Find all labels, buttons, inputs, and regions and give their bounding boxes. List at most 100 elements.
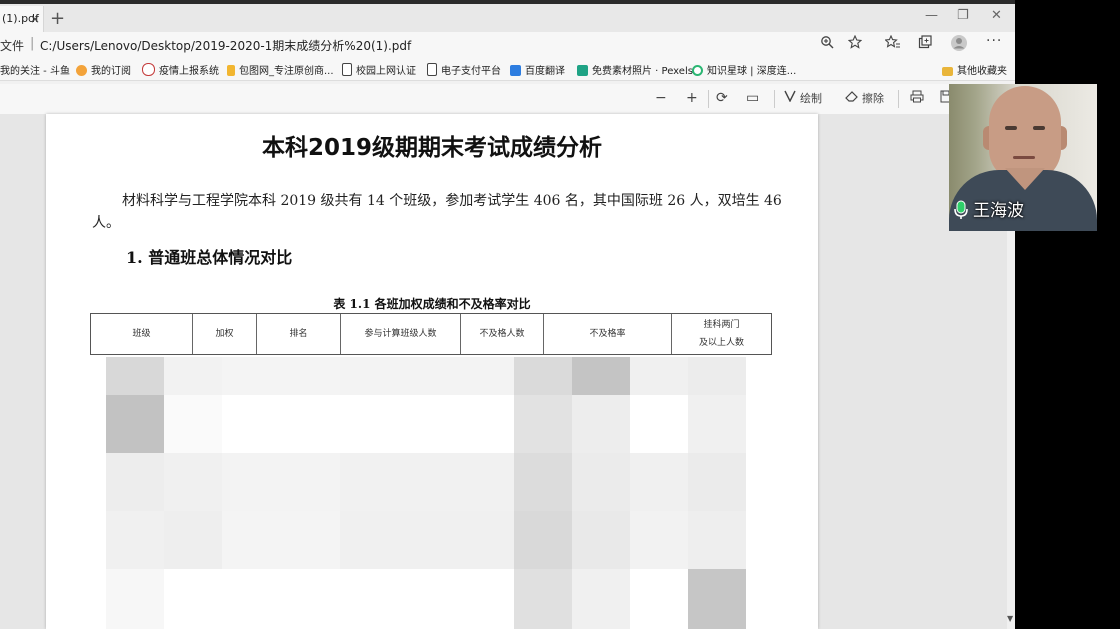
toolbar-divider	[708, 90, 709, 108]
pdf-page: 本科2019级期期末考试成绩分析 材料科学与工程学院本科 2019 级共有 14…	[46, 114, 818, 629]
favorite-item-report[interactable]: 疫情上报系统	[142, 62, 219, 77]
address-url[interactable]: C:/Users/Lenovo/Desktop/2019-2020-1期末成绩分…	[40, 37, 411, 54]
favorite-item-subscribe[interactable]: 我的订阅	[76, 62, 131, 77]
mosaic-block	[688, 357, 746, 395]
minimize-icon[interactable]: —	[925, 8, 938, 23]
pdf-viewer[interactable]: 本科2019级期期末考试成绩分析 材料科学与工程学院本科 2019 级共有 14…	[0, 114, 1015, 629]
table-header-row: 班级 加权 排名 参与计算班级人数 不及格人数 不及格率 挂科两门 及以上人数	[90, 313, 772, 355]
favorite-item-douyu[interactable]: 我的关注 - 斗鱼	[0, 62, 70, 77]
mosaic-block	[688, 453, 746, 511]
more-menu-icon[interactable]: ···	[986, 33, 1002, 49]
favorites-bar: 我的关注 - 斗鱼 我的订阅 疫情上报系统 包图网_专注原创商... 校园上网认…	[0, 58, 1015, 81]
tab-pdf[interactable]: (1).pdf ×	[0, 6, 44, 34]
close-icon[interactable]: ×	[30, 6, 40, 32]
rotate-button[interactable]: ⟳	[716, 90, 728, 106]
table-caption: 表 1.1 各班加权成绩和不及格率对比	[333, 297, 531, 311]
favorite-star-icon[interactable]	[847, 34, 863, 53]
mosaic-block	[572, 395, 630, 453]
pexels-icon	[577, 65, 588, 76]
zoom-out-button[interactable]: −	[655, 90, 667, 106]
maximize-icon[interactable]: ❐	[957, 8, 969, 23]
address-bar[interactable]: 文件 | C:/Users/Lenovo/Desktop/2019-2020-1…	[0, 32, 1015, 58]
microphone-icon	[954, 200, 968, 219]
fit-page-button[interactable]: ▭	[746, 90, 759, 106]
mosaic-block	[688, 569, 746, 629]
collections-icon[interactable]	[918, 35, 932, 53]
favorite-item-translate[interactable]: 百度翻译	[510, 62, 565, 77]
favorite-item-payment[interactable]: 电子支付平台	[427, 62, 501, 77]
favorite-item-other-folder[interactable]: 其他收藏夹	[942, 62, 1007, 77]
section-heading: 1. 普通班总体情况对比	[126, 248, 293, 267]
mosaic-block	[340, 357, 514, 395]
mosaic-block	[572, 511, 630, 569]
subscribe-icon	[76, 65, 87, 76]
mosaic-block	[106, 357, 164, 395]
mosaic-block	[106, 569, 164, 629]
mosaic-block	[106, 395, 164, 453]
toolbar-divider	[774, 90, 775, 108]
table-header-cell: 不及格率	[544, 314, 672, 354]
tab-strip: (1).pdf × + — ❐ ✕	[0, 0, 1015, 34]
erase-button[interactable]: 擦除	[845, 90, 884, 106]
mosaic-block	[164, 395, 222, 453]
mosaic-block	[222, 511, 340, 569]
table-header-cell: 加权	[193, 314, 257, 354]
page-icon	[342, 63, 352, 76]
draw-icon	[784, 90, 796, 103]
mosaic-block	[572, 357, 630, 395]
mosaic-block	[164, 453, 222, 511]
mosaic-block	[688, 395, 746, 453]
webcam-video-tile: 王海波	[949, 84, 1097, 231]
favorite-item-baotu[interactable]: 包图网_专注原创商...	[227, 62, 334, 77]
draw-button[interactable]: 绘制	[784, 90, 822, 106]
favorites-list-icon[interactable]	[884, 34, 900, 53]
baotu-icon	[227, 65, 235, 76]
mosaic-block	[164, 357, 222, 395]
participant-name: 王海波	[973, 201, 1024, 221]
zoom-icon[interactable]	[820, 35, 834, 53]
print-button[interactable]	[910, 90, 924, 107]
mosaic-block	[514, 395, 572, 453]
mosaic-block	[222, 357, 340, 395]
favorite-item-planet[interactable]: 知识星球 | 深度连...	[692, 62, 796, 77]
mosaic-block	[106, 453, 164, 511]
mosaic-block	[630, 511, 688, 569]
report-icon	[142, 63, 155, 76]
mosaic-block	[688, 511, 746, 569]
mosaic-block	[514, 511, 572, 569]
mosaic-block	[340, 511, 514, 569]
profile-avatar-icon[interactable]	[951, 35, 967, 55]
favorite-item-pexels[interactable]: 免费素材照片 · Pexels	[577, 62, 693, 77]
webcam-person	[1005, 126, 1017, 130]
mosaic-block	[572, 569, 630, 629]
mosaic-block	[222, 453, 340, 511]
new-tab-button[interactable]: +	[50, 8, 65, 29]
close-window-icon[interactable]: ✕	[991, 8, 1002, 23]
document-paragraph: 材料科学与工程学院本科 2019 级共有 14 个班级，参加考试学生 406 名…	[92, 193, 782, 231]
table-header-cell: 不及格人数	[461, 314, 544, 354]
webcam-person	[1033, 126, 1045, 130]
scroll-down-arrow-icon[interactable]: ▼	[1007, 614, 1013, 623]
file-scheme-label: 文件	[0, 39, 25, 53]
document-title: 本科2019级期期末考试成绩分析	[261, 135, 602, 161]
webcam-person	[989, 86, 1061, 182]
mosaic-block	[514, 357, 572, 395]
mosaic-block	[572, 453, 630, 511]
planet-icon	[692, 65, 703, 76]
mosaic-block	[630, 453, 688, 511]
browser-window: (1).pdf × + — ❐ ✕ 文件 | C:/Users/Lenovo/D…	[0, 0, 1015, 629]
webcam-person	[1013, 156, 1035, 159]
pdf-toolbar: − + ⟳ ▭ 绘制 擦除	[0, 84, 1015, 115]
zoom-in-button[interactable]: +	[686, 90, 698, 106]
eraser-icon	[845, 91, 858, 102]
translate-icon	[510, 65, 521, 76]
table-header-cell: 班级	[91, 314, 193, 354]
toolbar-divider	[898, 90, 899, 108]
participant-name-label: 王海波	[953, 198, 1024, 224]
print-icon	[910, 90, 924, 103]
mosaic-block	[514, 453, 572, 511]
redacted-table-body	[90, 355, 772, 629]
favorite-item-campus[interactable]: 校园上网认证	[342, 62, 416, 77]
folder-icon	[942, 67, 953, 76]
table-header-cell: 参与计算班级人数	[341, 314, 461, 354]
